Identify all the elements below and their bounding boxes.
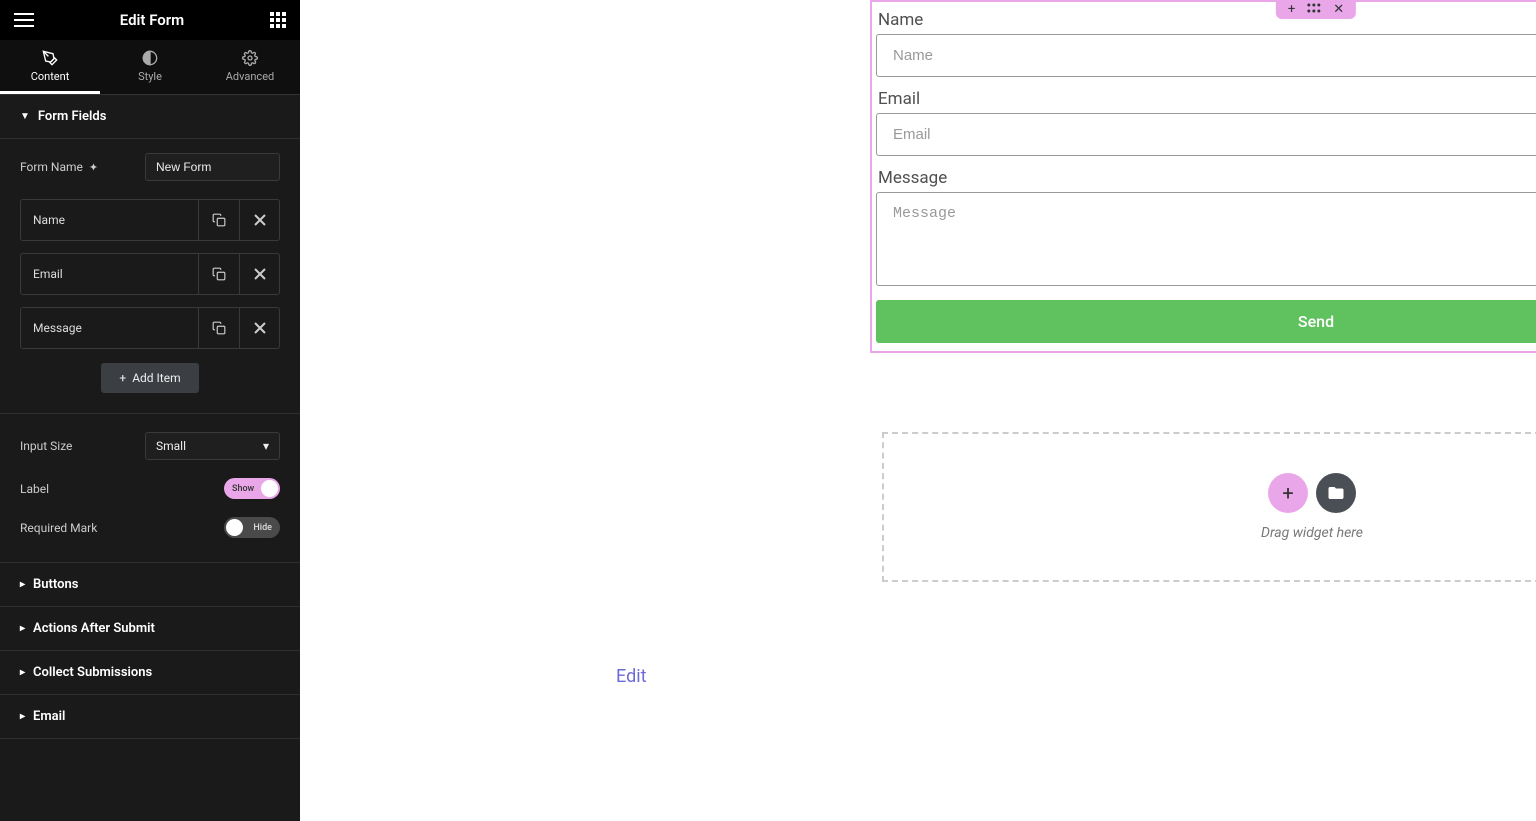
toggle-state: Hide — [253, 523, 272, 533]
tab-content-label: Content — [31, 70, 70, 83]
label-toggle[interactable]: Show — [224, 478, 280, 499]
section-email[interactable]: ▸ Email — [0, 695, 300, 739]
section-buttons-label: Buttons — [33, 577, 78, 592]
send-button[interactable]: Send — [876, 300, 1536, 343]
section-form-fields[interactable]: ▼ Form Fields — [0, 95, 300, 139]
template-library-button[interactable] — [1316, 473, 1356, 513]
panel: ▼ Form Fields Form Name ✦ Name — [0, 95, 300, 821]
name-field[interactable] — [876, 34, 1536, 77]
toggle-state: Show — [232, 484, 254, 494]
name-label: Name — [876, 8, 1536, 34]
duplicate-icon[interactable] — [199, 200, 239, 240]
widget-toolbar: + ✕ — [1276, 0, 1356, 19]
section-email-label: Email — [33, 709, 65, 724]
tab-content[interactable]: Content — [0, 40, 100, 94]
input-size-label: Input Size — [20, 439, 72, 453]
menu-icon[interactable] — [14, 13, 34, 27]
label-toggle-label: Label — [20, 482, 49, 496]
section-actions-label: Actions After Submit — [33, 621, 155, 636]
sidebar-header: Edit Form — [0, 0, 300, 40]
sidebar: Edit Form Content Style Advanced — [0, 0, 300, 821]
section-collect[interactable]: ▸ Collect Submissions — [0, 651, 300, 695]
ai-icon[interactable]: ✦ — [89, 161, 98, 174]
field-item-email[interactable]: Email — [20, 253, 280, 295]
close-icon[interactable] — [239, 308, 279, 348]
add-section-button[interactable]: + — [1268, 473, 1308, 513]
section-buttons[interactable]: ▸ Buttons — [0, 563, 300, 607]
form-preview: Name Email Message Send — [872, 2, 1536, 351]
field-item-label: Name — [21, 200, 199, 240]
caret-right-icon: ▸ — [20, 579, 25, 590]
required-mark-toggle[interactable]: Hide — [224, 517, 280, 538]
chevron-down-icon: ▾ — [263, 439, 269, 453]
input-size-select[interactable]: Small ▾ — [145, 432, 280, 460]
tab-style[interactable]: Style — [100, 40, 200, 94]
input-size-value: Small — [156, 439, 186, 453]
field-item-message[interactable]: Message — [20, 307, 280, 349]
form-widget[interactable]: + ✕ Name Email Message — [870, 0, 1536, 353]
field-list: Name Email — [20, 199, 280, 349]
close-icon[interactable] — [239, 200, 279, 240]
tabs: Content Style Advanced — [0, 40, 300, 95]
plus-icon: + — [119, 371, 126, 385]
add-item-button[interactable]: + Add Item — [101, 363, 198, 393]
section-actions[interactable]: ▸ Actions After Submit — [0, 607, 300, 651]
duplicate-icon[interactable] — [199, 308, 239, 348]
caret-down-icon: ▼ — [20, 111, 30, 122]
email-field[interactable] — [876, 113, 1536, 156]
tab-advanced-label: Advanced — [226, 70, 274, 83]
required-mark-label: Required Mark — [20, 521, 97, 535]
close-widget-icon[interactable]: ✕ — [1333, 3, 1344, 16]
section-collect-label: Collect Submissions — [33, 665, 152, 680]
send-button-label: Send — [1298, 312, 1334, 331]
field-item-label: Email — [21, 254, 199, 294]
caret-right-icon: ▸ — [20, 623, 25, 634]
caret-right-icon: ▸ — [20, 667, 25, 678]
caret-right-icon: ▸ — [20, 711, 25, 722]
sidebar-title: Edit Form — [120, 11, 184, 29]
email-label: Email — [876, 87, 1536, 113]
form-name-input[interactable] — [145, 153, 280, 181]
section-form-fields-label: Form Fields — [38, 109, 106, 124]
dropzone-text: Drag widget here — [1261, 525, 1363, 541]
message-field[interactable] — [876, 192, 1536, 286]
tab-advanced[interactable]: Advanced — [200, 40, 300, 94]
add-widget-icon[interactable]: + — [1288, 3, 1295, 16]
duplicate-icon[interactable] — [199, 254, 239, 294]
form-name-label: Form Name ✦ — [20, 160, 98, 174]
apps-icon[interactable] — [270, 12, 286, 28]
dropzone[interactable]: + Drag widget here — [882, 432, 1536, 582]
field-item-name[interactable]: Name — [20, 199, 280, 241]
field-item-label: Message — [21, 308, 199, 348]
message-label: Message — [876, 166, 1536, 192]
drag-handle-icon[interactable] — [1307, 3, 1321, 16]
tab-style-label: Style — [138, 70, 162, 83]
close-icon[interactable] — [239, 254, 279, 294]
canvas: + ✕ Name Email Message — [300, 0, 1536, 821]
section-form-fields-body: Form Name ✦ Name — [0, 139, 300, 563]
edit-link[interactable]: Edit — [616, 666, 646, 687]
add-item-label: Add Item — [132, 371, 180, 385]
